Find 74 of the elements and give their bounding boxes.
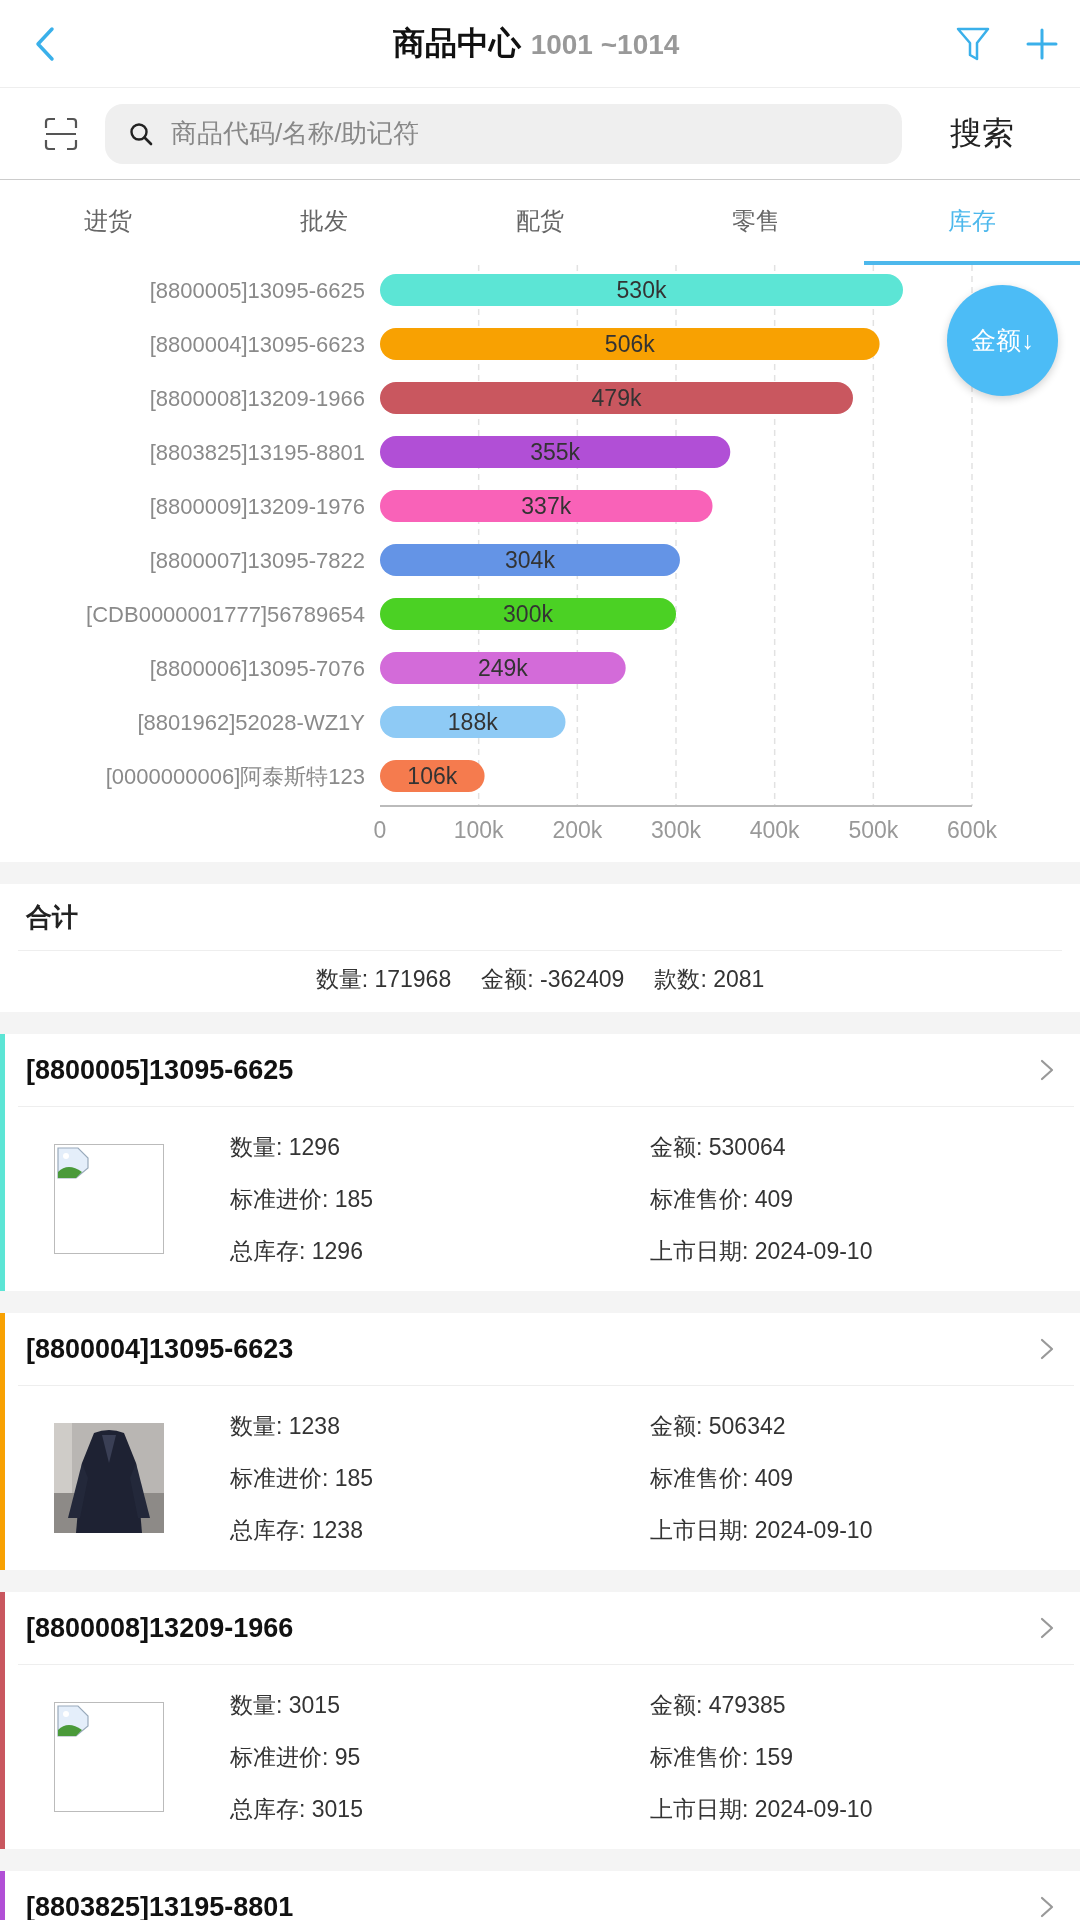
filter-icon[interactable]	[956, 25, 990, 62]
axis-tick-label: 400k	[749, 817, 800, 843]
category-label: [8800009]13209-1976	[149, 494, 365, 519]
tab[interactable]: 批发	[216, 180, 432, 265]
product-title: [8800004]13095-6623	[26, 1333, 294, 1365]
value-label: 337k	[521, 493, 572, 519]
product-field: 数量: 1296	[230, 1129, 650, 1165]
axis-tick-label: 0	[373, 817, 387, 843]
product-field: 金额: 530064	[650, 1129, 970, 1165]
category-label: [8800008]13209-1966	[149, 386, 365, 411]
product-field: 金额: 506342	[650, 1408, 970, 1444]
category-label: [8800006]13095-7076	[149, 656, 365, 681]
category-label: [0000000006]阿泰斯特123	[105, 764, 365, 789]
search-button[interactable]: 搜索	[940, 105, 1024, 162]
product-field: 总库存: 1238	[230, 1512, 650, 1548]
chevron-right-icon[interactable]	[1040, 1338, 1054, 1360]
product-field: 数量: 1238	[230, 1408, 650, 1444]
product-card[interactable]: [8800008]13209-1966 数量: 3015 金额: 479385 标准进价: 95 标准售价: 159 总库存: 3015 上市日期: 2024-09-10	[0, 1592, 1080, 1849]
product-card[interactable]: [8800004]13095-6623 数量: 1238 金额: 506342 标准进价: 185 标准售价: 409 总库存: 1238 上市日期: 2024-09-10	[0, 1313, 1080, 1570]
value-label: 506k	[604, 331, 655, 357]
value-label: 479k	[591, 385, 642, 411]
product-field: 标准售价: 409	[650, 1460, 970, 1496]
scan-icon[interactable]	[44, 116, 78, 151]
product-title: [8800005]13095-6625	[26, 1054, 294, 1086]
axis-tick-label: 300k	[651, 817, 701, 843]
category-label: [8800007]13095-7822	[149, 548, 365, 573]
value-label: 300k	[503, 601, 553, 627]
chevron-right-icon[interactable]	[1040, 1896, 1054, 1918]
summary-value: 金额: -362409	[481, 964, 625, 994]
summary-value: 款数: 2081	[654, 964, 765, 994]
tab[interactable]: 配货	[432, 180, 648, 265]
chevron-right-icon[interactable]	[1040, 1617, 1054, 1639]
value-label: 304k	[505, 547, 555, 573]
back-icon[interactable]	[34, 25, 56, 62]
product-field: 标准进价: 185	[230, 1460, 650, 1496]
chevron-right-icon[interactable]	[1040, 1059, 1054, 1081]
page-subtitle: 1001 ~1014	[530, 28, 680, 61]
search-icon	[129, 121, 153, 146]
value-label: 355k	[530, 439, 581, 465]
category-label: [8801962]52028-WZ1Y	[137, 710, 365, 735]
product-title: [8800008]13209-1966	[26, 1612, 294, 1644]
value-label: 249k	[477, 655, 528, 681]
product-field: 上市日期: 2024-09-10	[650, 1512, 970, 1548]
axis-tick-label: 200k	[552, 817, 603, 843]
tab[interactable]: 零售	[648, 180, 864, 265]
plus-icon[interactable]	[1026, 27, 1058, 60]
product-field: 总库存: 1296	[230, 1233, 650, 1269]
page-title: 商品中心	[392, 23, 521, 63]
search-field[interactable]: 商品代码/名称/助记符	[105, 103, 902, 164]
value-label: 106k	[407, 763, 458, 789]
product-field: 总库存: 3015	[230, 1791, 650, 1827]
axis-tick-label: 500k	[848, 817, 899, 843]
product-card[interactable]: [8800005]13095-6625 数量: 1296 金额: 530064 标准进价: 185 标准售价: 409 总库存: 1296 上市日期: 2024-09-10	[0, 1034, 1080, 1291]
value-label: 530k	[616, 277, 667, 303]
product-field: 数量: 3015	[230, 1687, 650, 1723]
summary-title: 合计	[18, 884, 1062, 951]
product-field: 标准进价: 185	[230, 1181, 650, 1217]
category-label: [8800005]13095-6625	[149, 278, 365, 303]
category-label: [8800004]13095-6623	[149, 332, 365, 357]
product-field: 标准售价: 159	[650, 1739, 970, 1775]
product-field: 上市日期: 2024-09-10	[650, 1233, 970, 1269]
product-field: 金额: 479385	[650, 1687, 970, 1723]
product-field: 标准售价: 409	[650, 1181, 970, 1217]
axis-tick-label: 600k	[947, 817, 997, 843]
value-label: 188k	[447, 709, 498, 735]
summary-value: 数量: 171968	[315, 964, 452, 994]
tab[interactable]: 进货	[0, 180, 216, 265]
broken-image-icon	[56, 1704, 90, 1738]
axis-tick-label: 100k	[453, 817, 504, 843]
category-label: [CDB0000001777]56789654	[86, 602, 365, 627]
category-label: [8803825]13195-8801	[149, 440, 365, 465]
product-field: 标准进价: 95	[230, 1739, 650, 1775]
product-field: 上市日期: 2024-09-10	[650, 1791, 970, 1827]
broken-image-icon	[56, 1146, 90, 1180]
